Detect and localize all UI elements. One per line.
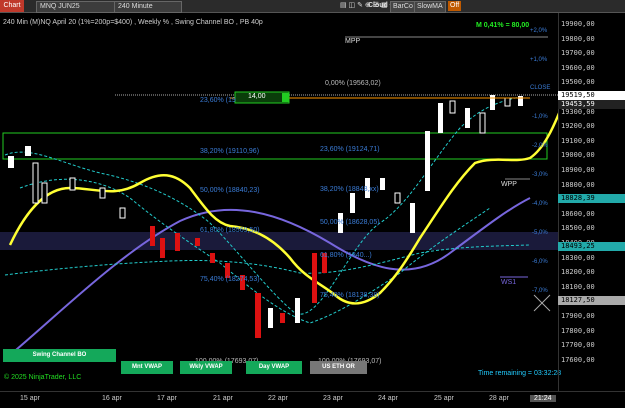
pct-label: -6,0% (532, 259, 548, 265)
fib-2360-label-a: 23,60% (19 (200, 97, 236, 104)
us-eth-or-button[interactable]: US ETH OR (310, 361, 367, 374)
date-label: 24 apr (378, 395, 398, 402)
slowma-button[interactable]: SlowMA (414, 1, 446, 13)
fib-3820-label-a: 38,20% (19110,96) (200, 148, 260, 155)
swing-channel-line (8, 110, 562, 305)
price-axis-label: 18600,00 (561, 209, 595, 218)
order-qty-handle (282, 93, 289, 102)
price-axis-label: 17900,00 (561, 312, 595, 320)
price-axis-label: 19900,00 (561, 20, 595, 28)
mpp-label: MPP (345, 38, 361, 45)
candles (8, 95, 523, 338)
day-vwap-button[interactable]: Day VWAP (246, 361, 302, 374)
fib-50-label-b: 50,00% (18628,05) (320, 219, 380, 226)
pct-label: -5,0% (532, 230, 548, 236)
price-axis-label: 19000,00 (561, 151, 595, 160)
pct-label: -3,0% (532, 172, 548, 178)
date-label: 23 apr (323, 395, 343, 402)
price-axis-label: 19600,00 (561, 63, 595, 72)
pct-label: +2,0% (530, 28, 548, 34)
wpp-label: WPP (501, 181, 517, 188)
pct-label: -2,0% (532, 143, 548, 149)
price-axis-label: 17600,00 (561, 355, 595, 364)
ws1-label: WS1 (501, 279, 517, 286)
price-axis-label: 18300,00 (561, 253, 595, 262)
chart-tab[interactable]: Chart (0, 0, 24, 12)
fib-2360-label-b: 23,60% (19124,71) (320, 146, 380, 153)
fib-3820-label-b: 38,20% (18848,xx) (320, 186, 379, 193)
barcolor-button[interactable]: BarCo (390, 1, 416, 13)
fib-75-label-a: 75,40% (18274,53) (200, 276, 260, 283)
price-axis-label: 18500,00 (561, 224, 595, 233)
date-label: 17 apr (157, 395, 177, 402)
price-axis-label: 19800,00 (561, 34, 595, 43)
weekly-vwap-button[interactable]: Wkly VWAP (180, 361, 232, 374)
timeframe-selector[interactable]: 240 Minute (114, 1, 182, 13)
date-label: 22 apr (268, 395, 288, 402)
cloud-button[interactable]: Cloud (368, 1, 388, 11)
clock: 21:24 (530, 395, 556, 402)
pnl-label: M 0,41% = 80,00 (476, 22, 530, 29)
price-axis-label: 18200,00 (561, 268, 595, 277)
price-axis-label: 17800,00 (561, 326, 595, 335)
pct-label: CLOSE (530, 85, 551, 91)
last-price-tag: 19519,50 (558, 91, 625, 100)
date-label: 15 apr (20, 395, 40, 402)
chart-title: 240 Min (M)NQ April 20 (1%=200p=$400) , … (3, 19, 263, 26)
fib-618-label-a: 61,80% (18569,50) (200, 227, 260, 234)
date-label: 16 apr (102, 395, 122, 402)
date-label: 21 apr (213, 395, 233, 402)
price-axis-label: 19200,00 (561, 122, 595, 131)
swing-channel-button[interactable]: Swing Channel BO (3, 349, 116, 362)
price-axis-label: 18100,00 (561, 282, 595, 291)
low-price-tag: 18127,50 (558, 296, 625, 305)
off-toggle[interactable]: Off (448, 1, 462, 11)
order-qty[interactable]: 14,00 (248, 93, 266, 100)
pct-label: +1,0% (530, 57, 548, 63)
fib-618-label-b: 61,80% (1840...) (320, 252, 372, 259)
slow-ma-line (9, 197, 531, 356)
date-label: 25 apr (434, 395, 454, 402)
price-axis-label: 18800,00 (561, 180, 595, 189)
upper-band-tag: 18828,39 (558, 194, 625, 203)
pct-label: -4,0% (532, 201, 548, 207)
date-label: 28 apr (489, 395, 509, 402)
price-chart[interactable]: 240 Min (M)NQ April 20 (1%=200p=$400) , … (0, 13, 562, 391)
price-axis-label: 19500,00 (561, 78, 595, 87)
green-zone-box (2, 132, 548, 160)
fib-top-label: 0,00% (19563,02) (325, 80, 381, 87)
price-axis-label: 17700,00 (561, 341, 595, 350)
pct-label: -1,0% (532, 114, 548, 120)
lower-band-tag: 18493,25 (558, 242, 625, 251)
price-axis-label: 18900,00 (561, 166, 595, 174)
chart-toolbar: Chart MNQ JUN25 240 Minute ▤ ◫ ✎ ⊕ ☰ ▦ ⌖… (0, 0, 625, 13)
pct-label: -7,0% (532, 288, 548, 294)
chart-canvas (0, 36, 562, 356)
price-axis-label: 19700,00 (561, 49, 595, 58)
instrument-selector[interactable]: MNQ JUN25 (36, 1, 116, 13)
time-remaining: Time remaining = 03:32:28 (478, 370, 562, 377)
fib-75-label-b: 75,40% (18138,38) (320, 292, 380, 299)
fib-50-label-a: 50,00% (18840,23) (200, 187, 260, 194)
monthly-vwap-button[interactable]: Mnt VWAP (121, 361, 173, 374)
price-axis-label: 19100,00 (561, 136, 595, 145)
copyright: © 2025 NinjaTrader, LLC (4, 374, 82, 381)
ma-price-tag: 19453,59 (558, 100, 625, 109)
